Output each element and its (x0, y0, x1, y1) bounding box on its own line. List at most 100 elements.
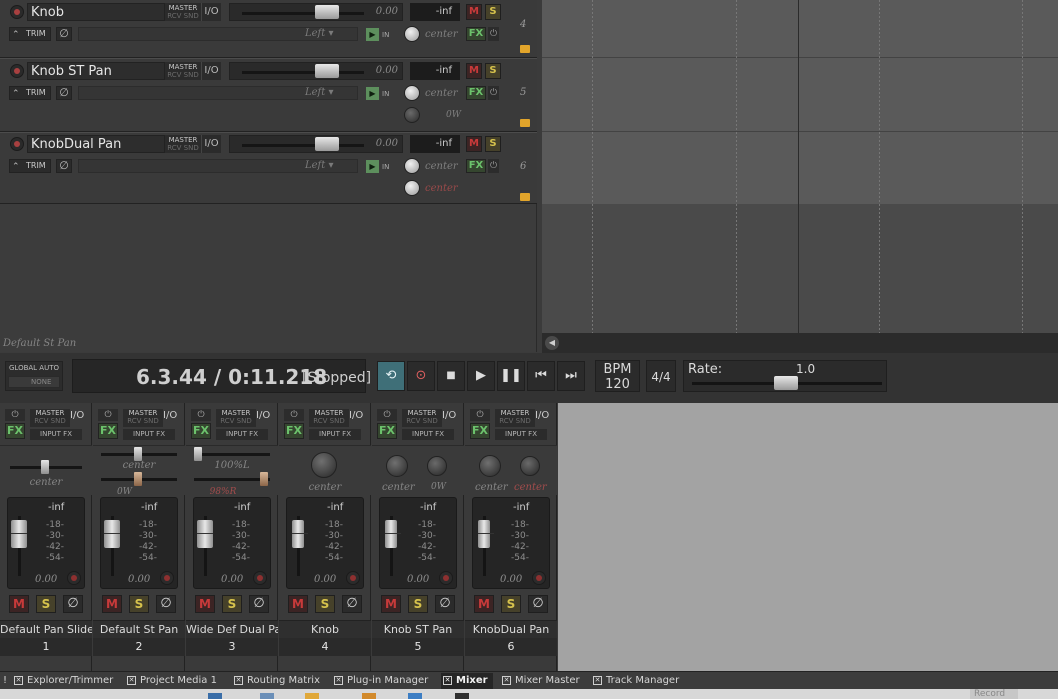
loop-icon[interactable]: ⟲ (377, 361, 405, 391)
volume-fader[interactable] (292, 520, 308, 548)
strip-name[interactable]: KnobDual Pan (465, 620, 557, 638)
volume-fader[interactable] (197, 520, 213, 548)
record-arm-button[interactable] (253, 571, 267, 585)
bpm-display[interactable]: BPM 120 (595, 360, 640, 392)
pan-knob[interactable] (386, 455, 408, 477)
mute-button[interactable]: M (195, 595, 215, 613)
fx-bypass-icon[interactable]: ⏻ (488, 86, 499, 100)
volume-meter[interactable]: -inf -18- -30- -42- -54- 0.00 (286, 497, 364, 589)
close-icon[interactable]: ✕ (14, 676, 23, 685)
fx-button[interactable]: FX (466, 27, 486, 41)
phase-invert-button[interactable]: ∅ (63, 595, 83, 613)
playrate-slider-thumb[interactable] (774, 376, 798, 390)
input-monitor-button[interactable]: ▶ IN (366, 28, 400, 42)
volume-slider-thumb[interactable] (315, 5, 339, 19)
volume-slider-thumb[interactable] (315, 137, 339, 151)
record-arm-button[interactable] (532, 571, 546, 585)
phase-invert-button[interactable]: ∅ (56, 27, 72, 41)
strip-name[interactable]: Knob (279, 620, 371, 638)
volume-slider-thumb[interactable] (315, 64, 339, 78)
input-monitor-button[interactable]: ▶ IN (366, 87, 400, 101)
track-name[interactable]: Knob ST Pan (27, 62, 165, 80)
pan-slider[interactable] (41, 460, 49, 474)
fx-power-icon[interactable]: ⏻ (191, 409, 211, 421)
strip-name[interactable]: Knob ST Pan (372, 620, 464, 638)
master-send-indicator[interactable]: MASTER RCV SND (216, 409, 256, 427)
input-fx-button[interactable]: INPUT FX (309, 429, 361, 440)
track-name[interactable]: Knob (27, 3, 165, 21)
record-arm-button[interactable] (160, 571, 174, 585)
fx-button[interactable]: FX (98, 423, 118, 439)
solo-button[interactable]: S (485, 136, 501, 152)
phase-invert-button[interactable]: ∅ (56, 159, 72, 173)
fx-button[interactable]: FX (470, 423, 490, 439)
strip-name[interactable]: Default Pan Slider (0, 620, 92, 638)
phase-invert-button[interactable]: ∅ (435, 595, 455, 613)
master-send-indicator[interactable]: MASTER RCV SND (165, 3, 201, 21)
routing-io-button[interactable]: I/O (535, 410, 549, 421)
input-fx-button[interactable]: INPUT FX (216, 429, 268, 440)
pan-slider[interactable] (134, 447, 142, 461)
mute-button[interactable]: M (288, 595, 308, 613)
routing-io-button[interactable]: I/O (70, 410, 84, 421)
mixer-strip[interactable]: ⏻ FX MASTER RCV SND I/O INPUT FX center 0… (93, 403, 185, 671)
folder-icon[interactable] (305, 693, 319, 699)
fx-bypass-icon[interactable]: ⏻ (488, 159, 499, 173)
phase-invert-button[interactable]: ∅ (156, 595, 176, 613)
mixer-empty-area[interactable] (558, 403, 1058, 671)
routing-io-button[interactable]: I/O (442, 410, 456, 421)
master-send-indicator[interactable]: MASTER RCV SND (165, 135, 201, 153)
volume-meter[interactable]: -inf -18- -30- -42- -54- 0.00 (100, 497, 178, 589)
time-display[interactable]: 6.3.44 / 0:11.218 [Stopped] (72, 359, 371, 393)
solo-button[interactable]: S (501, 595, 521, 613)
track-panel-knob-st-pan[interactable]: Knob ST Pan MASTER RCV SND I/O 0.00 -inf … (0, 58, 537, 132)
record-arm-button[interactable] (10, 137, 24, 151)
arrange-empty-area[interactable] (542, 204, 1058, 333)
fx-power-icon[interactable]: ⏻ (284, 409, 304, 421)
scroll-left-icon[interactable]: ◀ (545, 336, 559, 350)
routing-io-button[interactable]: I/O (256, 410, 270, 421)
pan-mode-dropdown[interactable]: Left ▾ (305, 160, 333, 171)
folder-icon[interactable] (520, 45, 530, 53)
track-panel-knob[interactable]: Knob MASTER RCV SND I/O 0.00 -inf M S ⌃ TR… (0, 0, 537, 58)
tab-track-manager[interactable]: ✕ Track Manager (591, 673, 679, 689)
master-send-indicator[interactable]: MASTER RCV SND (123, 409, 163, 427)
mute-button[interactable]: M (102, 595, 122, 613)
close-icon[interactable]: ✕ (127, 676, 136, 685)
input-fx-button[interactable]: INPUT FX (30, 429, 82, 440)
pan-knob-left[interactable] (404, 158, 420, 174)
tab-plugin-manager[interactable]: ✕ Plug-in Manager (332, 673, 428, 689)
volume-meter[interactable]: -inf -18- -30- -42- -54- 0.00 (7, 497, 85, 589)
fx-power-icon[interactable]: ⏻ (5, 409, 25, 421)
volume-meter[interactable]: -inf -18- -30- -42- -54- 0.00 (193, 497, 271, 589)
record-arm-button[interactable] (67, 571, 81, 585)
mixer-strip[interactable]: ⏻ FX MASTER RCV SND I/O INPUT FX center -… (279, 403, 371, 671)
skip-end-icon[interactable]: ⏭ (557, 361, 585, 391)
width-slider[interactable] (134, 472, 142, 486)
record-arm-button[interactable] (346, 571, 360, 585)
solo-button[interactable]: S (408, 595, 428, 613)
stop-icon[interactable]: ■ (437, 361, 465, 391)
tab-mixer[interactable]: ✕ Mixer (441, 673, 493, 689)
routing-io-button[interactable]: I/O (201, 135, 221, 153)
routing-io-button[interactable]: I/O (163, 410, 177, 421)
phase-invert-button[interactable]: ∅ (56, 86, 72, 100)
play-icon[interactable]: ▶ (467, 361, 495, 391)
pan-knob[interactable] (404, 26, 420, 42)
pan-left-slider[interactable] (194, 447, 202, 461)
tab-routing-matrix[interactable]: ✕ Routing Matrix (232, 673, 320, 689)
mute-button[interactable]: M (381, 595, 401, 613)
mixer-strip[interactable]: ⏻ FX MASTER RCV SND I/O INPUT FX center -… (0, 403, 92, 671)
routing-io-button[interactable]: I/O (349, 410, 363, 421)
volume-slider[interactable]: 0.00 (229, 135, 403, 153)
automation-trim-button[interactable]: ⌃ TRIM (9, 27, 51, 41)
time-signature[interactable]: 4/4 (646, 360, 676, 392)
close-icon[interactable]: ✕ (593, 676, 602, 685)
pan-knob-right[interactable] (404, 180, 420, 196)
fx-power-icon[interactable]: ⏻ (470, 409, 490, 421)
record-icon[interactable]: ⊙ (407, 361, 435, 391)
pan-right-slider[interactable] (260, 472, 268, 486)
pause-icon[interactable]: ❚❚ (497, 361, 525, 391)
tab-mixer-master[interactable]: ✕ Mixer Master (500, 673, 580, 689)
pan-mode-dropdown[interactable]: Left ▾ (305, 87, 333, 98)
